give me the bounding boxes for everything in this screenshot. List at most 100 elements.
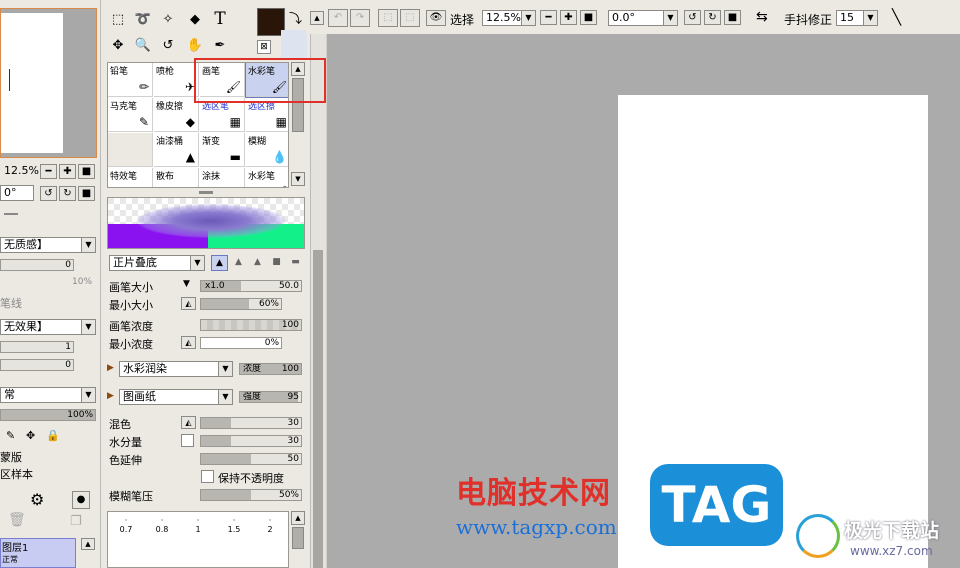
text-tool-icon[interactable]: T (210, 9, 230, 29)
pressure-size-icon[interactable]: ◭ (181, 297, 196, 310)
straight-line-icon[interactable]: ╲ (892, 8, 901, 26)
brush-item[interactable]: 选区擦 ▦ (246, 98, 288, 132)
rotate-reset-toolbar-button[interactable]: ■ (724, 10, 741, 25)
zoom-out-button[interactable]: ━ (540, 10, 557, 25)
layer-item[interactable]: 图层1 正常 (0, 538, 76, 568)
trash-icon[interactable]: 🗑 (8, 512, 26, 528)
dot-scrollbar-thumb[interactable] (292, 527, 304, 549)
shape-icon[interactable]: ◆ (185, 10, 205, 28)
water-slider[interactable]: 30 (200, 435, 302, 447)
dot-size-item[interactable]: · 2 (252, 516, 288, 538)
transparent-color-icon[interactable]: ⊠ (257, 40, 271, 54)
brush-item[interactable]: 油漆桶 ▲ (154, 133, 199, 167)
brush-blend-select[interactable]: 正片叠底 ▼ (109, 255, 205, 271)
brush-item[interactable]: 模糊 💧 (246, 133, 288, 167)
show-selection-button[interactable]: 👁 (426, 10, 446, 26)
shape-pointed-icon[interactable]: ▲ (211, 255, 228, 271)
nav-zoom-reset-button[interactable]: ■ (78, 164, 95, 179)
stabilizer-select[interactable]: 15 ▼ (836, 10, 878, 26)
rotate-ccw-button[interactable]: ↺ (684, 10, 701, 25)
pressure-density-icon[interactable]: ◭ (181, 336, 196, 349)
shape-square-icon[interactable]: ▬ (287, 255, 304, 271)
brush-scroll-down-button[interactable]: ▼ (291, 172, 305, 186)
dot-scroll-up-button[interactable]: ▲ (291, 511, 305, 525)
brush-item[interactable]: 特效笔 ✏ (108, 168, 153, 187)
zoom-select[interactable]: 12.5% ▼ (482, 10, 536, 26)
texture-slider[interactable]: 0 (0, 259, 74, 271)
layer-settings-icon[interactable]: ⚙ (30, 490, 44, 509)
watercolor-expand-icon[interactable]: ▶ (107, 363, 114, 373)
shape-dome-icon[interactable]: ▲ (249, 255, 266, 271)
paper-select[interactable]: 图画纸 ▼ (119, 389, 233, 405)
zoom-in-button[interactable]: ✚ (560, 10, 577, 25)
pressure-mix-icon[interactable]: ◭ (181, 416, 196, 429)
lock-icon[interactable]: 🔒 (46, 429, 60, 442)
texture-select[interactable]: 无质感】 ▼ (0, 237, 96, 253)
flip-horizontal-icon[interactable]: ⇆ (756, 9, 768, 25)
eyedropper-icon[interactable]: ✒ (210, 36, 230, 54)
brush-shape-selector[interactable]: ▲ ▲ ▲ ■ ▬ (211, 255, 305, 271)
rotate-right-button[interactable]: ↻ (59, 186, 76, 201)
brush-item[interactable]: 水彩笔 🖌 (246, 168, 288, 187)
move-icon[interactable]: ✥ (26, 429, 35, 442)
new-layer-icon[interactable]: ❐ (70, 514, 82, 529)
extend-slider[interactable]: 50 (200, 453, 302, 465)
brush-item[interactable]: 选区笔 ▦ (200, 98, 245, 132)
pencil-icon[interactable]: ✎ (6, 429, 15, 442)
brush-item[interactable]: 喷枪 ✈ (154, 63, 199, 97)
brush-item[interactable] (108, 133, 153, 167)
blur-pressure-slider[interactable]: 50% (200, 489, 302, 501)
rotate-tool-icon[interactable]: ↺ (158, 36, 178, 54)
density-slider[interactable]: 100 (200, 319, 302, 331)
brush-resize-handle[interactable] (199, 191, 213, 194)
dot-size-item[interactable]: · 0.7 (108, 516, 144, 538)
magic-wand-icon[interactable]: ✧ (158, 10, 178, 28)
navigator-angle-field[interactable]: 0° (0, 185, 34, 201)
brush-item[interactable]: 散布 ∴ (154, 168, 199, 187)
lasso-icon[interactable]: ➰ (133, 10, 153, 28)
paper-expand-icon[interactable]: ▶ (107, 391, 114, 401)
nav-zoom-out-button[interactable]: ━ (40, 164, 57, 179)
rotate-left-button[interactable]: ↺ (40, 186, 57, 201)
navigator-preview[interactable] (0, 8, 97, 158)
invert-select-button[interactable]: ⬚ (400, 9, 420, 27)
brush-item[interactable]: 渐变 ▬ (200, 133, 245, 167)
hand-tool-icon[interactable]: ✋ (185, 36, 205, 54)
nav-zoom-in-button[interactable]: ✚ (59, 164, 76, 179)
layer-blend-select[interactable]: 常 ▼ (0, 387, 96, 403)
zoom-reset-button[interactable]: ■ (580, 10, 597, 25)
shape-round-icon[interactable]: ▲ (230, 255, 247, 271)
undo-button[interactable]: ↶ (328, 9, 348, 27)
water-checkbox[interactable] (181, 434, 194, 447)
effect-slider-1[interactable]: 1 (0, 341, 74, 353)
watercolor-select[interactable]: 水彩润染 ▼ (119, 361, 233, 377)
effect-select[interactable]: 无效果】 ▼ (0, 319, 96, 335)
angle-select[interactable]: 0.0° ▼ (608, 10, 678, 26)
size-dropdown-icon[interactable]: ▼ (183, 279, 190, 289)
zoom-tool-icon[interactable]: 🔍 (133, 36, 153, 54)
deselect-button[interactable]: ⬚ (378, 9, 398, 27)
shape-flat-icon[interactable]: ■ (268, 255, 285, 271)
brush-item[interactable]: 涂抹 ◢ (200, 168, 245, 187)
rect-select-icon[interactable]: ⬚ (108, 10, 128, 28)
swap-colors-icon[interactable]: ⤵ (289, 8, 302, 27)
dot-size-item[interactable]: · 0.8 (144, 516, 180, 538)
keep-opacity-checkbox[interactable] (201, 470, 214, 483)
move-tool-icon[interactable]: ✥ (108, 36, 128, 54)
effect-slider-2[interactable]: 0 (0, 359, 74, 371)
brush-size-slider[interactable]: x1.0 50.0 (200, 280, 302, 292)
rotate-reset-button[interactable]: ■ (78, 186, 95, 201)
toolbar-scroll-button[interactable]: ▲ (310, 11, 324, 25)
paper-strength-slider[interactable]: 强度 95 (239, 391, 302, 403)
brush-item[interactable]: 橡皮擦 ◆ (154, 98, 199, 132)
layer-record-button[interactable]: ● (72, 491, 90, 509)
min-density-slider[interactable]: 0% (200, 337, 282, 349)
layer-scroll-up-button[interactable]: ▲ (81, 538, 95, 550)
layer-opacity-slider[interactable]: 100% (0, 409, 96, 421)
brush-item[interactable]: 铅笔 ✏ (108, 63, 153, 97)
watercolor-density-slider[interactable]: 浓度 100 (239, 363, 302, 375)
mix-slider[interactable]: 30 (200, 417, 302, 429)
dot-size-item[interactable]: · 1.5 (216, 516, 252, 538)
dot-size-item[interactable]: · 1 (180, 516, 216, 538)
rotate-cw-button[interactable]: ↻ (704, 10, 721, 25)
